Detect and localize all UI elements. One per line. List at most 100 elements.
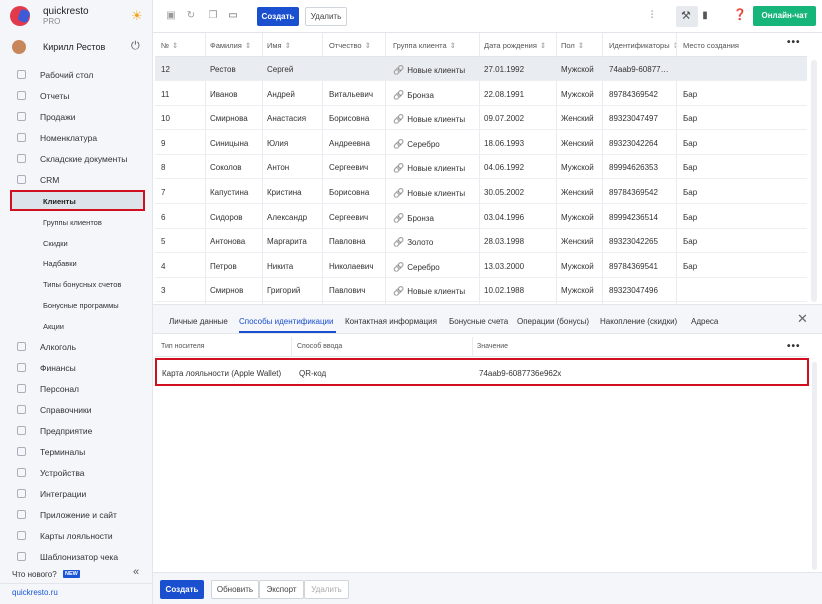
column-header[interactable]: Фамилия ⇕ (210, 41, 251, 50)
help-icon[interactable]: ❓ (733, 10, 747, 21)
sort-icon[interactable]: ⇕ (172, 41, 178, 50)
table-row[interactable]: 6 Сидоров Александр Сергеевич 🔗 Бронза 03.04.1… (155, 205, 807, 229)
identification-column-header[interactable]: Тип носителя (161, 343, 204, 350)
sort-icon[interactable]: ⇕ (365, 41, 371, 50)
collapse-sidebar-icon[interactable]: « (133, 566, 139, 578)
quickresto-logo-icon[interactable] (10, 6, 30, 26)
details-tab[interactable]: Операции (бонусы) (517, 317, 589, 326)
sidebar-item[interactable]: Финансы (0, 359, 153, 377)
table-row[interactable]: 10 Смирнова Анастасия Борисовна 🔗 Новые клиен… (155, 106, 807, 131)
create-button[interactable]: Создать (257, 7, 299, 26)
crm-subitem[interactable]: Акции (0, 317, 153, 335)
sidebar-item[interactable]: Номенклатура (0, 129, 153, 147)
logout-power-icon[interactable]: ⏻ (131, 40, 140, 53)
link-icon[interactable]: 🔗 (393, 90, 404, 100)
sidebar-item[interactable]: Приложение и сайт (0, 506, 153, 524)
sort-icon[interactable]: ⇕ (578, 41, 584, 50)
table-row[interactable]: 5 Антонова Маргарита Павловна 🔗 Золото 28.03.1… (155, 229, 807, 254)
delete-button[interactable]: Удалить (305, 7, 347, 26)
sidebar-item[interactable]: Справочники (0, 401, 153, 419)
link-icon[interactable]: 🔗 (393, 262, 404, 272)
column-header[interactable]: Идентификаторы⇕ (609, 41, 679, 50)
link-icon[interactable]: 🔗 (393, 188, 404, 198)
crm-subitem[interactable]: Группы клиентов (0, 213, 153, 231)
whats-new-link[interactable]: Что нового? (12, 570, 57, 579)
column-header[interactable]: Пол ⇕ (561, 41, 584, 50)
table-row[interactable]: 7 Капустина Кристина Борисовна 🔗 Новые клиент… (155, 180, 807, 204)
sidebar-item[interactable]: Алкоголь (0, 338, 153, 356)
table-row[interactable]: 12 Рестов Сергей 🔗 Новые клиенты 27.01.1992 Му… (155, 57, 807, 81)
column-header[interactable]: Место создания (683, 41, 739, 50)
avatar[interactable] (12, 40, 26, 54)
table-scrollbar[interactable] (811, 60, 817, 302)
table-row[interactable]: 4 Петров Никита Николаевич 🔗 Серебро 13.03.200… (155, 254, 807, 278)
identification-more-icon[interactable]: ••• (787, 341, 801, 352)
theme-sun-icon[interactable]: ☀ (131, 8, 143, 24)
footer-export-button[interactable]: Экспорт (259, 580, 304, 599)
sort-icon[interactable]: ⇕ (245, 41, 251, 50)
details-tab[interactable]: Адреса (691, 317, 718, 326)
details-tab[interactable]: Накопление (скидки) (600, 317, 677, 326)
sidebar-item[interactable]: Складские документы (0, 150, 153, 168)
table-more-icon[interactable]: ••• (787, 37, 801, 48)
column-header[interactable]: № ⇕ (161, 41, 178, 50)
crm-subitem[interactable]: Клиенты (10, 190, 145, 211)
sort-icon[interactable]: ⇕ (450, 41, 456, 50)
column-settings-icon[interactable]: ⫶ (647, 10, 657, 21)
online-chat-button[interactable]: Онлайн-чат (753, 6, 816, 26)
sort-icon[interactable]: ⇕ (540, 41, 546, 50)
identification-row[interactable]: Карта лояльности (Apple Wallet) QR-код 7… (155, 358, 809, 386)
column-header[interactable]: Дата рождения ⇕ (484, 41, 546, 50)
details-tab[interactable]: Личные данные (169, 317, 228, 326)
column-header[interactable]: Группа клиента ⇕ (393, 41, 456, 50)
details-tab[interactable]: Контактная информация (345, 317, 437, 326)
crm-subitem[interactable]: Бонусные программы (0, 296, 153, 314)
identification-column-header[interactable]: Значение (477, 343, 508, 350)
details-scrollbar[interactable] (812, 362, 817, 570)
table-row[interactable]: 8 Соколов Антон Сергеевич 🔗 Новые клиенты 04.0… (155, 155, 807, 180)
tools-button[interactable]: ⚒ (676, 6, 698, 27)
sidebar-item[interactable]: Шаблонизатор чека (0, 548, 153, 566)
crm-subitem[interactable]: Скидки (0, 234, 153, 252)
sidebar-item[interactable]: Отчеты (0, 87, 153, 105)
save-icon[interactable]: ▣ (166, 10, 176, 21)
copy-icon[interactable]: ❐ (208, 10, 218, 21)
sidebar-item[interactable]: CRM (0, 171, 153, 189)
link-icon[interactable]: 🔗 (393, 163, 404, 173)
sidebar-item[interactable]: Предприятие (0, 422, 153, 440)
footer-create-button[interactable]: Создать (160, 580, 204, 599)
link-icon[interactable]: 🔗 (393, 139, 404, 149)
print-icon[interactable]: ▭ (228, 10, 238, 21)
sidebar-item[interactable]: Устройства (0, 464, 153, 482)
link-icon[interactable]: 🔗 (393, 213, 404, 223)
crm-subitem[interactable]: Надбавки (0, 254, 153, 272)
footer-refresh-button[interactable]: Обновить (211, 580, 259, 599)
link-icon[interactable]: 🔗 (393, 114, 404, 124)
link-icon[interactable]: 🔗 (393, 237, 404, 247)
column-header[interactable]: Имя ⇕ (267, 41, 291, 50)
sidebar-item[interactable]: Интеграции (0, 485, 153, 503)
footer-delete-button[interactable]: Удалить (304, 580, 349, 599)
link-icon[interactable]: 🔗 (393, 286, 404, 296)
table-row[interactable]: 11 Иванов Андрей Витальевич 🔗 Бронза 22.08.199… (155, 82, 807, 106)
sort-icon[interactable]: ⇕ (285, 41, 291, 50)
column-header[interactable]: Отчество ⇕ (329, 41, 371, 50)
crm-subitem[interactable]: Типы бонусных счетов (0, 275, 153, 293)
sidebar-item[interactable]: Карты лояльности (0, 527, 153, 545)
identification-column-header[interactable]: Способ ввода (297, 343, 342, 350)
input-method-cell: QR-код (299, 369, 327, 378)
refresh-icon[interactable]: ↻ (186, 10, 196, 21)
trash-icon[interactable]: ▮ (700, 10, 710, 21)
sidebar-item[interactable]: Терминалы (0, 443, 153, 461)
close-panel-icon[interactable]: ✕ (797, 311, 808, 327)
table-cell: Петров (210, 262, 237, 271)
details-tab[interactable]: Бонусные счета (449, 317, 508, 326)
sidebar-item[interactable]: Продажи (0, 108, 153, 126)
details-tab[interactable]: Способы идентификации (239, 317, 333, 326)
table-row[interactable]: 9 Синицына Юлия Андреевна 🔗 Серебро 18.06.1993… (155, 131, 807, 155)
sidebar-item[interactable]: Рабочий стол (0, 66, 153, 84)
table-row[interactable]: 3 Смирнов Григорий Павлович 🔗 Новые клиенты 10… (155, 278, 807, 303)
site-link[interactable]: quickresto.ru (12, 588, 58, 597)
sidebar-item[interactable]: Персонал (0, 380, 153, 398)
link-icon[interactable]: 🔗 (393, 65, 404, 75)
